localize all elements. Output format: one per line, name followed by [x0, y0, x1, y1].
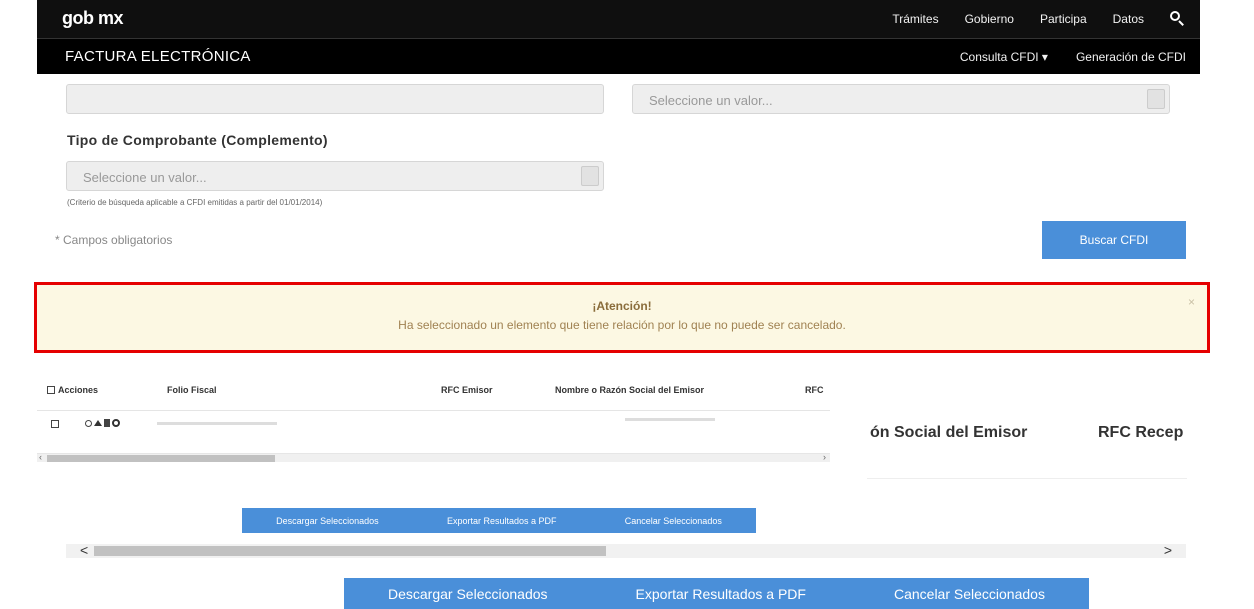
scroll-left-arrow[interactable]: < — [80, 542, 88, 558]
select-all-checkbox[interactable] — [47, 386, 55, 394]
tipo-comprobante-select[interactable]: Seleccione un valor... — [66, 161, 604, 191]
search-criteria-hint: (Criterio de búsqueda aplicable a CFDI e… — [67, 198, 323, 207]
warning-alert: ¡Atención! Ha seleccionado un elemento q… — [34, 282, 1210, 353]
table-scrollbar[interactable]: ‹ › — [37, 452, 830, 462]
col-rfc: RFC — [805, 385, 824, 395]
zoomed-col-rfc-receptor: RFC Recep — [1098, 424, 1184, 441]
magnifier-icon[interactable] — [85, 419, 92, 427]
exportar-pdf-button[interactable]: Exportar Resultados a PDF — [447, 516, 557, 526]
required-fields-note: * Campos obligatorios — [55, 233, 173, 247]
blurred-folio — [157, 422, 277, 425]
scroll-left-arrow[interactable]: ‹ — [39, 452, 42, 462]
buscar-cfdi-button[interactable]: Buscar CFDI — [1042, 221, 1186, 259]
cancelar-seleccionados-button[interactable]: Cancelar Seleccionados — [894, 586, 1045, 602]
nav-participa[interactable]: Participa — [1040, 12, 1087, 26]
alert-message: Ha seleccionado un elemento que tiene re… — [398, 318, 846, 332]
gobmx-logo[interactable]: gob mx — [62, 8, 124, 29]
zoomed-col-nombre: ón Social del Emisor — [870, 424, 1028, 441]
row-actions — [85, 419, 120, 427]
col-nombre-emisor: Nombre o Razón Social del Emisor — [555, 385, 705, 395]
col-rfc-emisor: RFC Emisor — [441, 385, 493, 395]
arrows-icon[interactable] — [94, 420, 102, 426]
search-icon[interactable] — [1170, 11, 1186, 27]
top-nav: Trámites Gobierno Participa Datos — [892, 11, 1186, 27]
table-header: Acciones Folio Fiscal RFC Emisor Nombre … — [37, 374, 830, 411]
table-row — [37, 412, 830, 442]
close-icon[interactable]: × — [1188, 295, 1195, 309]
alert-title: ¡Atención! — [592, 299, 652, 313]
exportar-pdf-button[interactable]: Exportar Resultados a PDF — [636, 586, 806, 602]
top-navbar: gob mx Trámites Gobierno Participa Datos — [37, 0, 1200, 38]
chevron-down-icon — [581, 166, 599, 186]
app-title[interactable]: FACTURA ELECTRÓNICA — [65, 48, 251, 65]
value-select[interactable]: Seleccione un valor... — [632, 84, 1170, 114]
descargar-seleccionados-button[interactable]: Descargar Seleccionados — [276, 516, 379, 526]
zoomed-divider — [867, 478, 1187, 479]
text-field[interactable] — [66, 84, 604, 114]
nav-datos[interactable]: Datos — [1113, 12, 1144, 26]
nav-generacion-cfdi[interactable]: Generación de CFDI — [1076, 50, 1186, 64]
sub-nav: Consulta CFDI ▾ Generación de CFDI — [960, 50, 1186, 64]
sub-navbar: FACTURA ELECTRÓNICA Consulta CFDI ▾ Gene… — [37, 38, 1200, 74]
nav-consulta-cfdi[interactable]: Consulta CFDI ▾ — [960, 50, 1048, 64]
row-checkbox[interactable] — [51, 420, 59, 428]
select-placeholder: Seleccione un valor... — [83, 170, 207, 185]
select-placeholder: Seleccione un valor... — [649, 93, 773, 108]
col-acciones: Acciones — [58, 385, 99, 395]
scroll-right-arrow[interactable]: > — [1164, 542, 1172, 558]
nav-gobierno[interactable]: Gobierno — [965, 12, 1014, 26]
action-buttons-small: Descargar Seleccionados Exportar Resulta… — [242, 508, 756, 533]
cancelar-seleccionados-button[interactable]: Cancelar Seleccionados — [625, 516, 722, 526]
ring-icon[interactable] — [112, 419, 120, 427]
document-icon[interactable] — [104, 419, 110, 427]
blurred-rfc — [625, 418, 715, 421]
action-buttons-large: Descargar Seleccionados Exportar Resulta… — [344, 578, 1089, 609]
nav-tramites[interactable]: Trámites — [892, 12, 938, 26]
select-all-header: Acciones — [47, 385, 98, 395]
scroll-thumb[interactable] — [47, 455, 275, 462]
zoomed-scrollbar[interactable]: < > — [66, 542, 1186, 558]
descargar-seleccionados-button[interactable]: Descargar Seleccionados — [388, 586, 548, 602]
chevron-down-icon — [1147, 89, 1165, 109]
col-folio-fiscal: Folio Fiscal — [167, 385, 217, 395]
scroll-thumb[interactable] — [94, 546, 606, 556]
tipo-comprobante-label: Tipo de Comprobante (Complemento) — [67, 132, 328, 148]
scroll-right-arrow[interactable]: › — [823, 452, 826, 462]
